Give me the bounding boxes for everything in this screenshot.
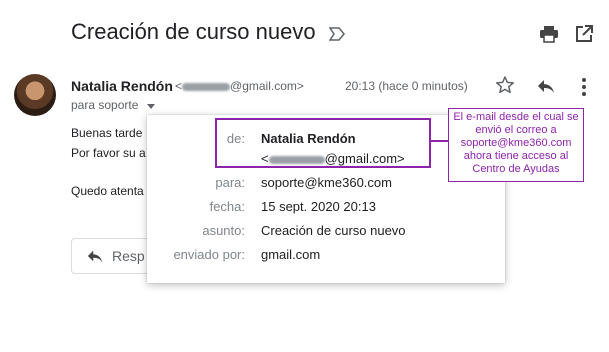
avatar[interactable] [14,74,56,116]
open-in-new-icon[interactable] [574,24,594,44]
sent-by-key: enviado por: [173,247,245,262]
annotation-highlight-box [215,118,431,168]
recipient-line: para soporte [71,98,139,112]
sender-name: Natalia Rendón [71,78,173,94]
subject-key: asunto: [202,223,245,238]
star-icon[interactable] [495,75,515,95]
date-key: fecha: [209,199,245,214]
sent-by-value: gmail.com [261,247,321,262]
date-value: 15 sept. 2020 20:13 [261,199,376,214]
dropdown-arrow-icon[interactable] [145,101,157,111]
to-key: para: [215,175,245,190]
email-body-line: Buenas tarde [71,126,143,140]
reply-button-label: Resp [112,248,145,264]
reply-icon [86,248,104,264]
email-body-line: Por favor su a [71,146,146,160]
more-vert-icon[interactable] [580,77,588,97]
sender-email: < @gmail.com> [175,79,304,93]
subject-value: Creación de curso nuevo [261,223,406,238]
label-icon[interactable] [329,27,345,41]
redacted-email-user [182,82,231,91]
annotation-connector [431,140,448,142]
email-subject: Creación de curso nuevo [71,19,316,44]
annotation-callout: El e-mail desde el cual se envió el corr… [448,108,584,182]
email-timestamp: 20:13 (hace 0 minutos) [345,79,468,93]
to-value: soporte@kme360.com [261,175,392,190]
email-body-line: Quedo atenta [71,184,144,198]
reply-icon[interactable] [536,77,556,95]
print-icon[interactable] [539,24,559,44]
